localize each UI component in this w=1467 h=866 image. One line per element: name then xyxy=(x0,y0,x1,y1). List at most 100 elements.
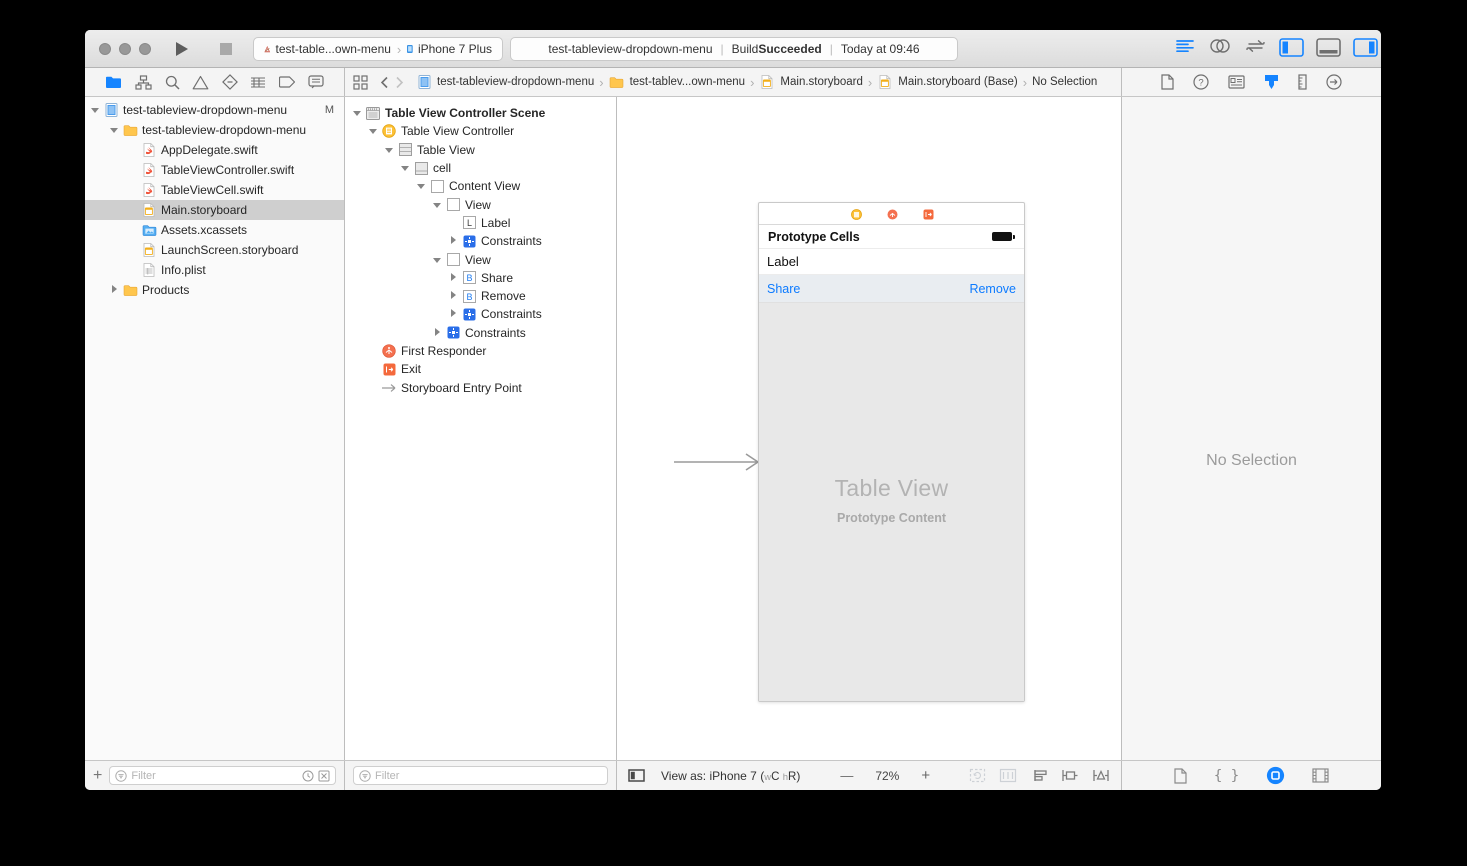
device-icon xyxy=(407,42,413,56)
outline-row[interactable]: Constraints xyxy=(345,324,616,342)
file-template-library-icon[interactable] xyxy=(1174,768,1187,784)
zoom-out-button[interactable]: — xyxy=(840,768,853,783)
storyboard-entry-arrow-icon[interactable] xyxy=(672,451,764,473)
media-library-icon[interactable] xyxy=(1312,768,1329,783)
toggle-debug-area-button[interactable] xyxy=(1316,38,1341,57)
stop-icon xyxy=(220,43,232,55)
go-forward-icon[interactable] xyxy=(395,76,404,89)
inspector-tab-attributes[interactable] xyxy=(1264,74,1279,90)
source-control-filter-icon[interactable] xyxy=(318,770,330,782)
minimize-window-button[interactable] xyxy=(119,43,131,55)
embed-in-stack-icon[interactable] xyxy=(999,768,1017,783)
outline-row[interactable]: BShare xyxy=(345,269,616,287)
cell-label[interactable]: Label xyxy=(759,249,1024,275)
navigator-tab-issues[interactable] xyxy=(192,75,209,90)
navigator-tab-debug[interactable] xyxy=(250,76,266,89)
zoom-in-button[interactable]: + xyxy=(921,767,930,784)
outline-row[interactable]: Table View xyxy=(345,141,616,159)
inspector-tab-quick-help[interactable]: ? xyxy=(1193,74,1209,90)
breadcrumb-item[interactable]: No Selection xyxy=(1032,76,1097,88)
remove-button[interactable]: Remove xyxy=(969,282,1016,296)
file-row[interactable]: Main.storyboard xyxy=(85,200,344,220)
jump-bar[interactable]: test-tableview-dropdown-menu›test-tablev… xyxy=(345,68,1122,96)
file-row[interactable]: Assets.xcassets xyxy=(85,220,344,240)
exit-dock-icon[interactable] xyxy=(923,209,933,219)
add-file-button[interactable]: + xyxy=(93,767,102,785)
file-row[interactable]: TableViewController.swift xyxy=(85,160,344,180)
view-as-control[interactable]: View as: iPhone 7 (wC hR) xyxy=(661,769,800,783)
table-view-controller-scene[interactable]: Prototype Cells Label Share Remove Table… xyxy=(758,202,1025,702)
navigator-tab-reports[interactable] xyxy=(308,75,324,89)
recent-files-icon[interactable] xyxy=(302,770,314,782)
outline-row[interactable]: View xyxy=(345,250,616,268)
navigator-filter-field[interactable] xyxy=(109,766,336,785)
close-window-button[interactable] xyxy=(99,43,111,55)
file-row[interactable]: AppDelegate.swift xyxy=(85,140,344,160)
table-view-placeholder[interactable]: Table View Prototype Content xyxy=(759,303,1024,701)
outline-row[interactable]: LLabel xyxy=(345,214,616,232)
interface-builder-canvas[interactable]: Prototype Cells Label Share Remove Table… xyxy=(617,97,1122,760)
outline-row[interactable]: Constraints xyxy=(345,232,616,250)
outline-row[interactable]: Storyboard Entry Point xyxy=(345,378,616,396)
breadcrumb-item[interactable]: test-tablev...own-menu xyxy=(609,76,745,88)
update-frames-icon[interactable] xyxy=(969,768,986,783)
version-editor-button[interactable] xyxy=(1245,38,1267,54)
file-row[interactable]: test-tableview-dropdown-menu xyxy=(85,120,344,140)
zoom-level[interactable]: 72% xyxy=(875,769,899,783)
outline-row[interactable]: First Responder xyxy=(345,342,616,360)
button-icon: B xyxy=(461,271,477,284)
run-button[interactable] xyxy=(169,38,195,60)
toggle-navigator-button[interactable] xyxy=(1279,38,1304,57)
inspector-tab-connections[interactable] xyxy=(1326,74,1342,90)
canvas-bottom-bar: View as: iPhone 7 (wC hR) — 72% + xyxy=(617,761,1122,790)
file-name: Products xyxy=(142,283,189,297)
navigator-tab-find[interactable] xyxy=(165,75,180,90)
file-row[interactable]: TableViewCell.swift xyxy=(85,180,344,200)
code-snippet-library-icon[interactable]: { } xyxy=(1214,768,1239,784)
stop-button[interactable] xyxy=(213,38,239,60)
align-icon[interactable] xyxy=(1030,768,1048,783)
toggle-outline-icon[interactable] xyxy=(628,769,645,782)
navigator-tab-tests[interactable] xyxy=(222,74,238,90)
file-row[interactable]: test-tableview-dropdown-menuM xyxy=(85,100,344,120)
outline-row[interactable]: Content View xyxy=(345,177,616,195)
scheme-selector[interactable]: test-table...own-menu › iPhone 7 Plus xyxy=(253,37,503,61)
view-controller-dock-icon[interactable] xyxy=(851,209,861,219)
inspector-tab-identity[interactable] xyxy=(1228,75,1245,89)
object-library-icon[interactable] xyxy=(1266,766,1285,785)
breadcrumb-item[interactable]: test-tableview-dropdown-menu xyxy=(416,75,594,89)
assistant-editor-button[interactable] xyxy=(1209,38,1231,54)
inspector-tab-size[interactable] xyxy=(1298,74,1307,90)
inspector-tab-file[interactable] xyxy=(1161,74,1174,90)
navigator-tab-project[interactable] xyxy=(105,75,122,89)
first-responder-dock-icon[interactable] xyxy=(887,209,897,219)
file-row[interactable]: Info.plist xyxy=(85,260,344,280)
file-row[interactable]: LaunchScreen.storyboard xyxy=(85,240,344,260)
zoom-window-button[interactable] xyxy=(139,43,151,55)
outline-filter-input[interactable] xyxy=(375,770,602,782)
outline-row[interactable]: Table View Controller xyxy=(345,122,616,140)
outline-row[interactable]: cell xyxy=(345,159,616,177)
outline-row[interactable]: BRemove xyxy=(345,287,616,305)
file-row[interactable]: Products xyxy=(85,280,344,300)
resolve-issues-icon[interactable] xyxy=(1092,768,1110,783)
breadcrumb-item[interactable]: Main.storyboard xyxy=(759,75,862,89)
navigator-filter-input[interactable] xyxy=(131,770,298,782)
related-items-icon[interactable] xyxy=(353,75,368,90)
navigator-tab-breakpoints[interactable] xyxy=(279,76,295,88)
share-button[interactable]: Share xyxy=(767,282,800,296)
outline-row[interactable]: Exit xyxy=(345,360,616,378)
toggle-inspector-button[interactable] xyxy=(1353,38,1378,57)
xcode-window: test-table...own-menu › iPhone 7 Plus te… xyxy=(85,30,1381,790)
outline-row[interactable]: Constraints xyxy=(345,305,616,323)
outline-filter-field[interactable] xyxy=(353,766,608,785)
outline-row[interactable]: View xyxy=(345,195,616,213)
go-back-icon[interactable] xyxy=(380,76,389,89)
outline-row[interactable]: Table View Controller Scene xyxy=(345,104,616,122)
file-name: LaunchScreen.storyboard xyxy=(161,243,298,257)
standard-editor-button[interactable] xyxy=(1175,38,1195,54)
pin-constraints-icon[interactable] xyxy=(1061,768,1079,783)
source-control-badge: M xyxy=(325,104,334,116)
breadcrumb-item[interactable]: Main.storyboard (Base) xyxy=(877,75,1018,89)
navigator-tab-symbols[interactable] xyxy=(135,75,152,90)
